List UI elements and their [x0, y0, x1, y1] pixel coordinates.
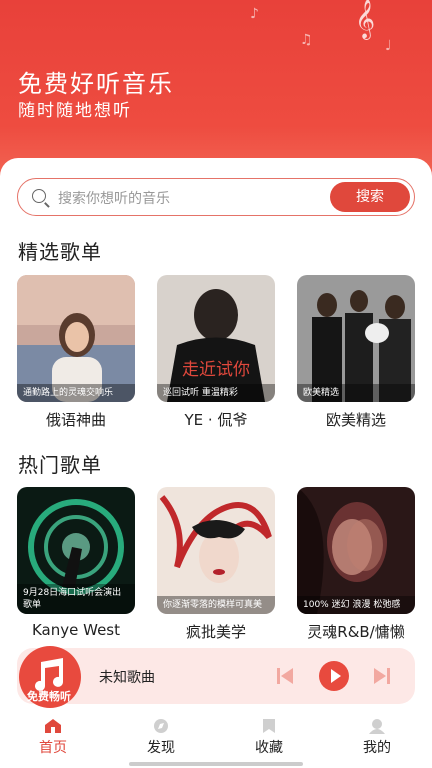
tab-home[interactable]: 首页 [23, 718, 83, 757]
search-input[interactable]: 搜索你想听的音乐 [58, 188, 170, 208]
svg-text:♫: ♫ [300, 32, 313, 48]
playlist-name: 欧美精选 [325, 411, 386, 429]
playlist-cover: 欧美精选 [297, 275, 415, 402]
home-indicator [129, 762, 303, 766]
playlist-cover: 走近试你 巡回试听 重温精彩 [157, 275, 275, 402]
tab-label: 首页 [39, 740, 67, 756]
svg-text:𝄞: 𝄞 [355, 0, 375, 40]
tab-discover[interactable]: 发现 [131, 718, 191, 757]
player-disc-label: 免费畅听 [27, 690, 71, 703]
svg-text:♩: ♩ [385, 38, 392, 54]
search-icon [32, 189, 46, 203]
play-button[interactable] [319, 661, 349, 691]
playlist-name: Kanye West [31, 621, 121, 639]
tab-label: 收藏 [255, 740, 283, 756]
playlist-cover: 通勤路上的灵魂交响乐 [17, 275, 135, 402]
bottom-tab-bar: 首页 发现 收藏 我的 [0, 712, 432, 768]
featured-section-title: 精选歌单 [18, 240, 102, 264]
search-bar[interactable]: 搜索你想听的音乐 搜索 [17, 178, 415, 216]
player-disc[interactable]: 免费畅听 [19, 646, 87, 708]
music-notes-decoration: 𝄞 ♪ ♫ ♩ [250, 0, 392, 54]
playlist-caption: 巡回试听 重温精彩 [157, 384, 275, 402]
svg-text:♪: ♪ [250, 6, 259, 22]
svg-text:走近试你: 走近试你 [182, 360, 250, 380]
playlist-cover: 你逐渐零落的模样可真美 [157, 487, 275, 614]
playlist-name: YE · 侃爷 [184, 411, 248, 429]
playlist-caption: 100% 迷幻 浪漫 松弛感 [297, 596, 415, 614]
tab-favorites[interactable]: 收藏 [239, 718, 299, 757]
playlist-name: 灵魂R&B/慵懒 [307, 623, 405, 641]
previous-icon[interactable] [275, 666, 295, 686]
playlist-caption: 9月28日海口试听会演出歌单 [17, 584, 135, 614]
song-title: 未知歌曲 [99, 670, 155, 686]
bookmark-icon [263, 719, 275, 733]
profile-icon [369, 719, 385, 734]
playlist-name: 俄语神曲 [45, 411, 106, 429]
mini-player[interactable]: 免费畅听 未知歌曲 [17, 646, 415, 708]
next-icon[interactable] [372, 666, 392, 686]
home-icon [45, 719, 61, 733]
playlist-card[interactable]: 通勤路上的灵魂交响乐 俄语神曲 [17, 275, 135, 430]
search-button[interactable]: 搜索 [330, 182, 410, 212]
playlist-card[interactable]: 欧美精选 欧美精选 [297, 275, 415, 430]
playlist-caption: 你逐渐零落的模样可真美 [157, 596, 275, 614]
hero-subtitle: 随时随地想听 [18, 101, 132, 121]
playlist-caption: 通勤路上的灵魂交响乐 [17, 384, 135, 402]
playlist-card[interactable]: 9月28日海口试听会演出歌单 Kanye West [17, 487, 135, 639]
tab-profile[interactable]: 我的 [347, 718, 407, 757]
hot-section-title: 热门歌单 [18, 453, 102, 477]
playlist-card[interactable]: 你逐渐零落的模样可真美 疯批美学 [157, 487, 275, 642]
tab-label: 我的 [363, 740, 391, 756]
discover-icon [154, 719, 168, 733]
playlist-card[interactable]: 走近试你 巡回试听 重温精彩 YE · 侃爷 [157, 275, 275, 430]
playlist-name: 疯批美学 [185, 623, 246, 641]
playlist-caption: 欧美精选 [297, 384, 415, 402]
hero-title: 免费好听音乐 [18, 70, 174, 98]
playlist-cover: 100% 迷幻 浪漫 松弛感 [297, 487, 415, 614]
playlist-cover: 9月28日海口试听会演出歌单 [17, 487, 135, 614]
playlist-card[interactable]: 100% 迷幻 浪漫 松弛感 灵魂R&B/慵懒 [297, 487, 415, 642]
tab-label: 发现 [147, 740, 175, 756]
